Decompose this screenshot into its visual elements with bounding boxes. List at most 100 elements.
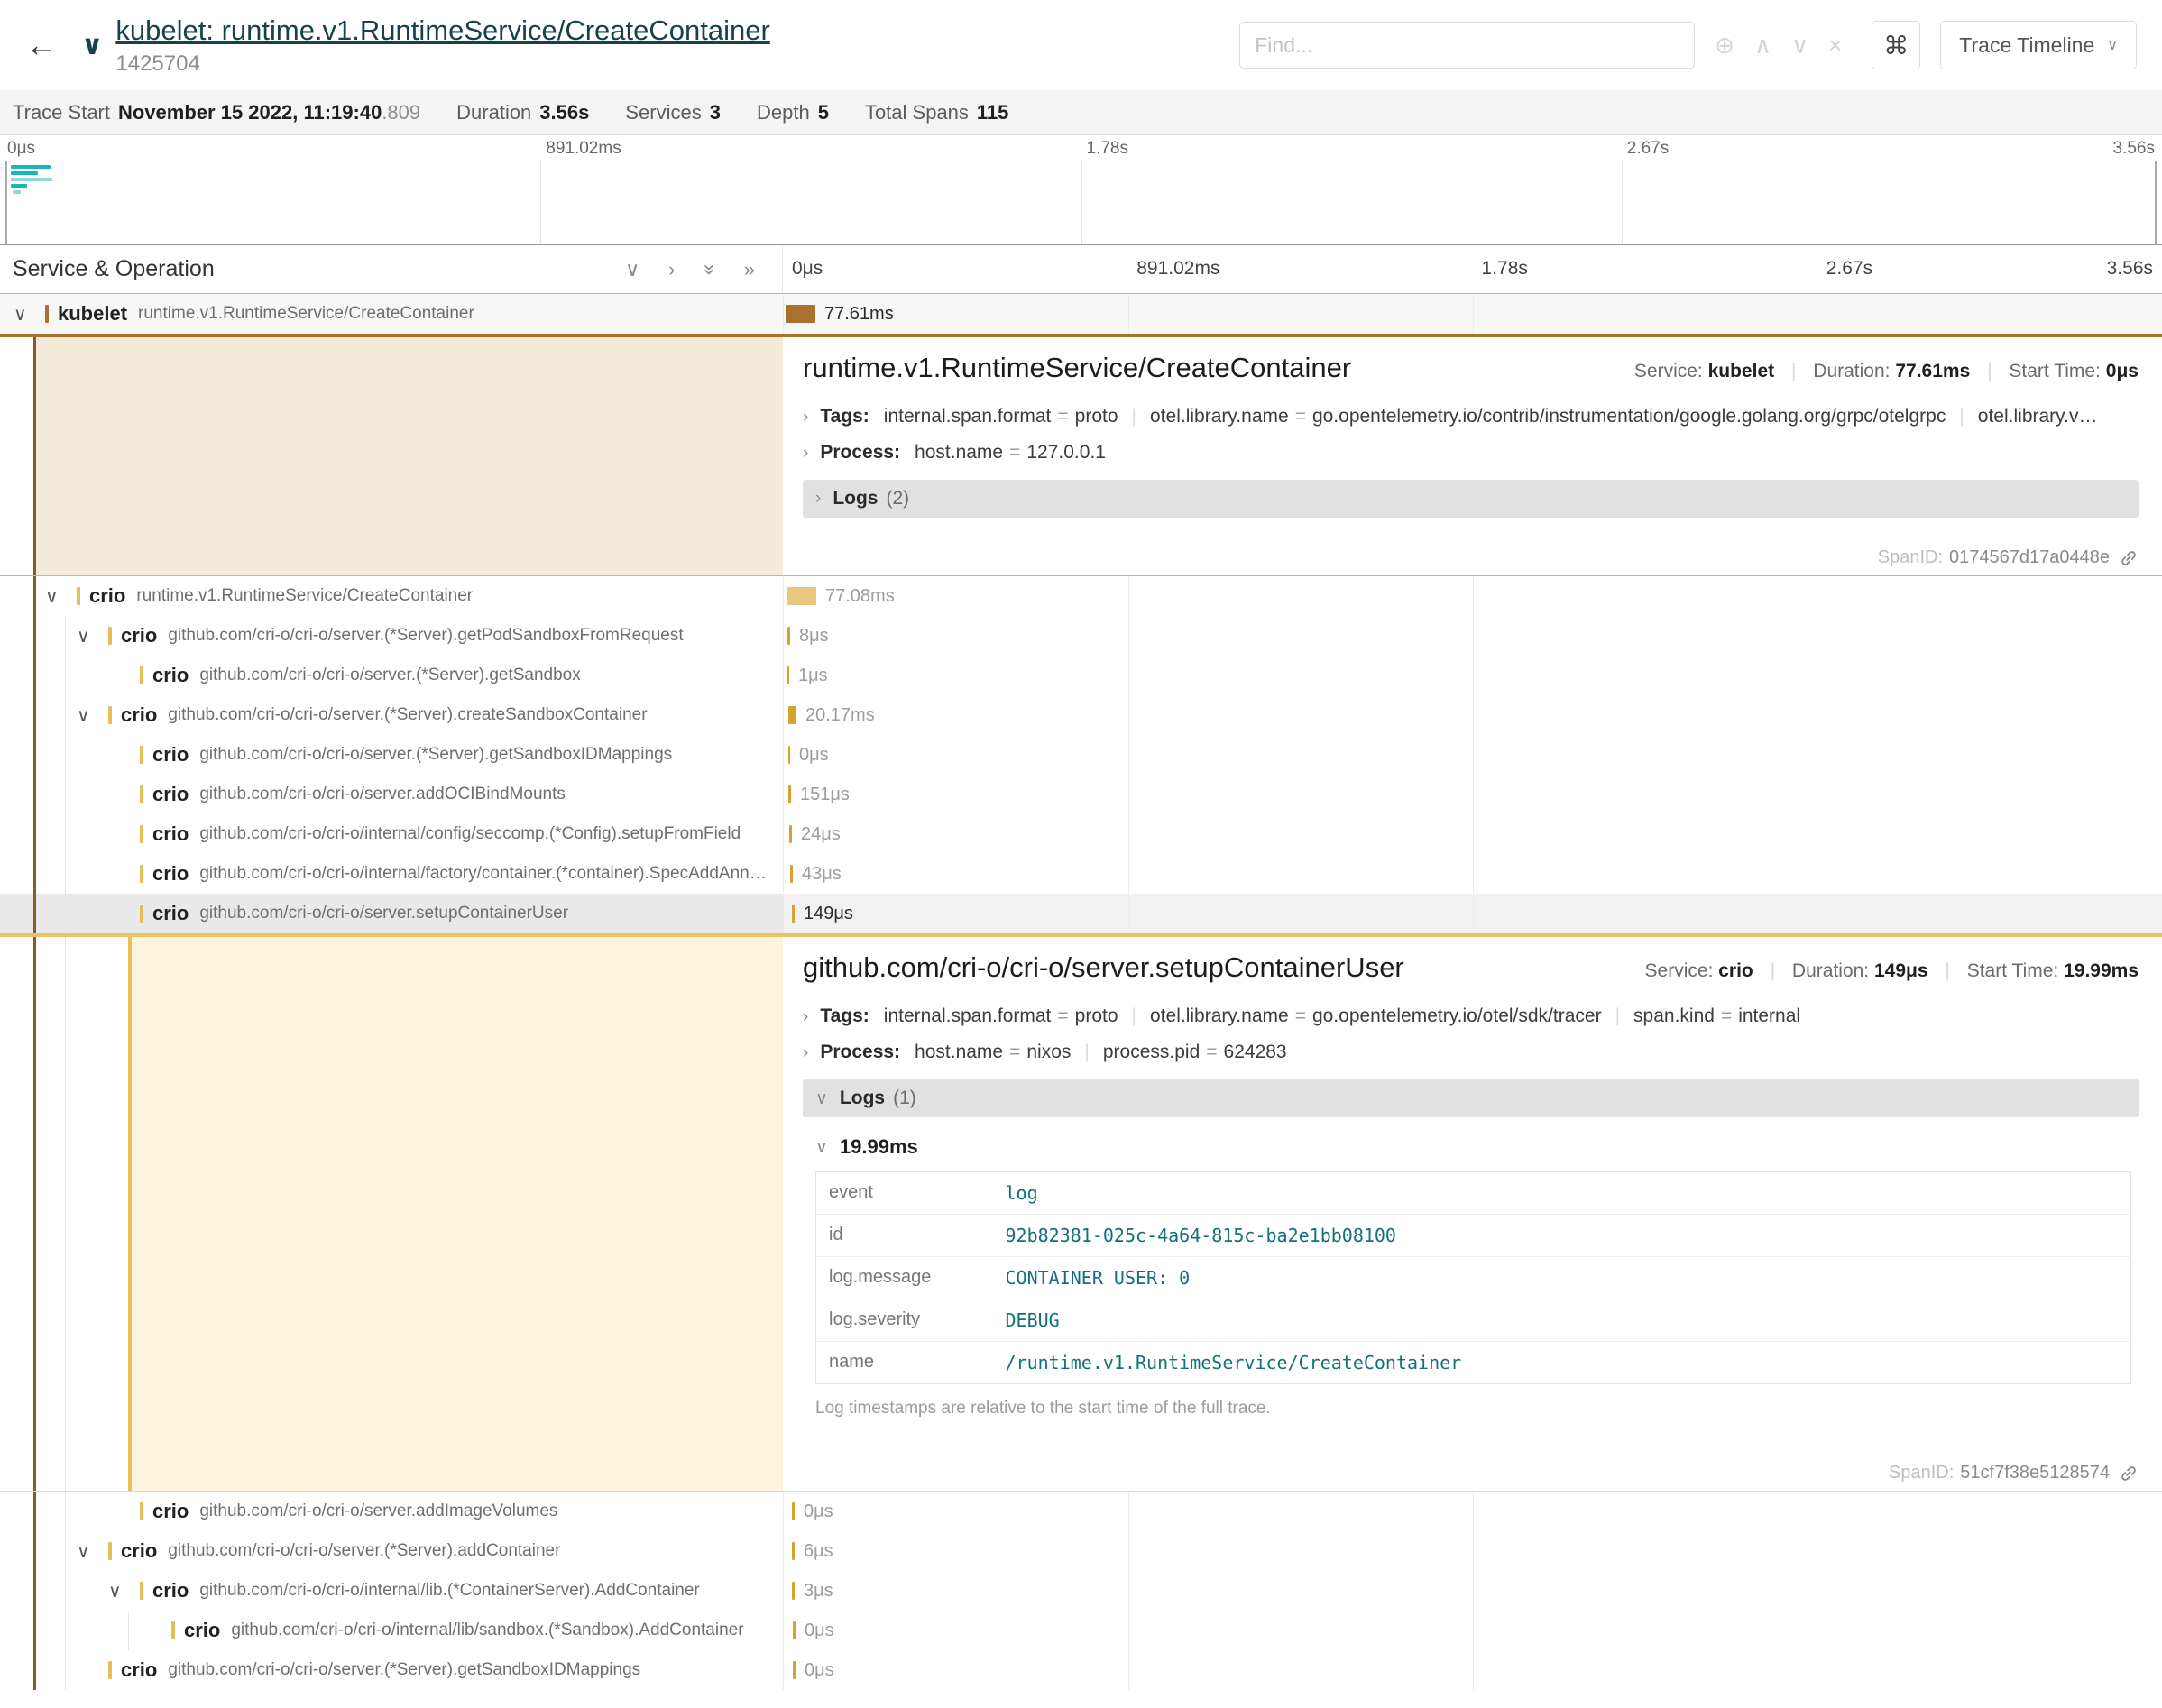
trace-title-link[interactable]: kubelet: runtime.v1.RuntimeService/Creat… <box>115 14 769 46</box>
span-timeline-cell[interactable]: 0μs <box>783 1650 2162 1690</box>
span-name-cell[interactable]: crio github.com/cri-o/cri-o/internal/con… <box>0 814 783 854</box>
span-row[interactable]: ∨ crio runtime.v1.RuntimeService/CreateC… <box>0 576 2162 616</box>
next-result-icon[interactable]: ∨ <box>1791 32 1808 60</box>
span-bar[interactable] <box>788 746 790 764</box>
span-bar[interactable] <box>793 1661 796 1679</box>
clear-search-icon[interactable]: × <box>1828 32 1842 60</box>
span-name-cell[interactable]: crio github.com/cri-o/cri-o/server.(*Ser… <box>0 656 783 695</box>
operation-name: runtime.v1.RuntimeService/CreateContaine… <box>138 304 483 324</box>
span-name-cell[interactable]: crio github.com/cri-o/cri-o/internal/lib… <box>0 1611 783 1650</box>
span-bar[interactable] <box>787 587 816 605</box>
minimap-ticks: 0μs891.02ms1.78s2.67s3.56s <box>0 135 2162 161</box>
timeline-header: Service & Operation ∨ › » » 0μs891.02ms1… <box>0 245 2162 294</box>
span-bar[interactable] <box>793 1621 796 1639</box>
span-name-cell[interactable]: crio github.com/cri-o/cri-o/server.(*Ser… <box>0 1650 783 1690</box>
span-name-cell[interactable]: ∨ crio github.com/cri-o/cri-o/internal/l… <box>0 1571 783 1611</box>
collapse-children-icon[interactable]: ∨ <box>77 704 108 727</box>
trace-title-block: kubelet: runtime.v1.RuntimeService/Creat… <box>115 14 1239 77</box>
span-timeline-cell[interactable]: 0μs <box>783 1492 2162 1531</box>
span-bar[interactable] <box>792 1582 795 1600</box>
span-row[interactable]: crio github.com/cri-o/cri-o/server.(*Ser… <box>0 1650 2162 1690</box>
process-row[interactable]: › Process: host.name=nixos | process.pid… <box>803 1042 2139 1063</box>
span-name-cell[interactable]: crio github.com/cri-o/cri-o/internal/fac… <box>0 854 783 894</box>
span-name-cell[interactable]: ∨ crio github.com/cri-o/cri-o/server.(*S… <box>0 1531 783 1571</box>
span-bar[interactable] <box>790 865 793 883</box>
span-name-cell[interactable]: crio github.com/cri-o/cri-o/server.setup… <box>0 894 783 933</box>
span-row[interactable]: crio github.com/cri-o/cri-o/internal/lib… <box>0 1611 2162 1650</box>
span-bar[interactable] <box>788 785 791 803</box>
span-name-cell[interactable]: crio github.com/cri-o/cri-o/server.addOC… <box>0 775 783 814</box>
span-name-cell[interactable]: ∨ crio github.com/cri-o/cri-o/server.(*S… <box>0 616 783 656</box>
span-bar[interactable] <box>786 305 815 323</box>
span-row[interactable]: ∨ kubelet runtime.v1.RuntimeService/Crea… <box>0 294 2162 334</box>
minimap-left-handle[interactable] <box>5 161 7 244</box>
span-timeline-cell[interactable]: 8μs <box>783 616 2162 656</box>
span-timeline-cell[interactable]: 151μs <box>783 775 2162 814</box>
logs-toggle[interactable]: › Logs (2) <box>803 480 2139 518</box>
span-row[interactable]: ∨ crio github.com/cri-o/cri-o/internal/l… <box>0 1571 2162 1611</box>
minimap-canvas[interactable] <box>0 161 2162 244</box>
collapse-children-icon[interactable]: ∨ <box>77 1540 108 1563</box>
collapse-all-icon[interactable]: » <box>698 263 722 274</box>
focus-result-icon[interactable]: ⊕ <box>1715 32 1734 60</box>
service-color-bar <box>140 1502 143 1520</box>
collapse-children-icon[interactable]: ∨ <box>14 303 45 326</box>
span-name-cell[interactable]: ∨ crio runtime.v1.RuntimeService/CreateC… <box>0 576 783 616</box>
span-timeline-cell[interactable]: 3μs <box>783 1571 2162 1611</box>
collapse-one-icon[interactable]: ∨ <box>625 258 639 281</box>
span-row[interactable]: crio github.com/cri-o/cri-o/internal/con… <box>0 814 2162 854</box>
span-row[interactable]: crio github.com/cri-o/cri-o/server.(*Ser… <box>0 656 2162 695</box>
span-bar[interactable] <box>792 1502 795 1520</box>
span-row[interactable]: crio github.com/cri-o/cri-o/server.addIm… <box>0 1492 2162 1531</box>
span-duration: 3μs <box>804 1571 833 1611</box>
span-name-cell[interactable]: ∨ crio github.com/cri-o/cri-o/server.(*S… <box>0 695 783 735</box>
expand-all-icon[interactable]: » <box>744 258 755 281</box>
span-timeline-cell[interactable]: 43μs <box>783 854 2162 894</box>
span-row[interactable]: ∨ crio github.com/cri-o/cri-o/server.(*S… <box>0 616 2162 656</box>
prev-result-icon[interactable]: ∧ <box>1754 32 1771 60</box>
copy-link-icon[interactable] <box>2119 1464 2139 1483</box>
span-row[interactable]: crio github.com/cri-o/cri-o/server.setup… <box>0 894 2162 933</box>
collapse-header-chevron-icon[interactable]: ∨ <box>81 30 103 61</box>
collapse-children-icon[interactable]: ∨ <box>45 585 77 608</box>
span-bar[interactable] <box>787 666 789 684</box>
expand-one-icon[interactable]: › <box>668 258 675 281</box>
view-selector-button[interactable]: Trace Timeline ∨ <box>1940 21 2137 69</box>
log-entry-toggle[interactable]: ∨ 19.99ms <box>815 1135 2139 1159</box>
span-bar[interactable] <box>792 1542 795 1560</box>
keyboard-shortcuts-button[interactable]: ⌘ <box>1872 21 1920 69</box>
tags-row[interactable]: › Tags: internal.span.format=proto | ote… <box>803 1006 2139 1027</box>
span-timeline-cell[interactable]: 24μs <box>783 814 2162 854</box>
process-row[interactable]: › Process: host.name=127.0.0.1 <box>803 442 2139 464</box>
span-timeline-cell[interactable]: 0μs <box>783 735 2162 775</box>
span-timeline-cell[interactable]: 77.08ms <box>783 576 2162 616</box>
collapse-children-icon[interactable]: ∨ <box>77 625 108 647</box>
span-timeline-cell[interactable]: 77.61ms <box>783 294 2162 334</box>
span-row[interactable]: crio github.com/cri-o/cri-o/server.(*Ser… <box>0 735 2162 775</box>
span-row[interactable]: crio github.com/cri-o/cri-o/server.addOC… <box>0 775 2162 814</box>
span-timeline-cell[interactable]: 6μs <box>783 1531 2162 1571</box>
find-input[interactable] <box>1239 22 1695 69</box>
back-arrow-icon[interactable]: ← <box>25 26 58 64</box>
span-timeline-cell[interactable]: 20.17ms <box>783 695 2162 735</box>
span-bar[interactable] <box>787 627 790 645</box>
span-name-cell[interactable]: crio github.com/cri-o/cri-o/server.addIm… <box>0 1492 783 1531</box>
collapse-children-icon[interactable]: ∨ <box>108 1580 140 1602</box>
tags-row[interactable]: › Tags: internal.span.format=proto | ote… <box>803 406 2139 427</box>
copy-link-icon[interactable] <box>2119 548 2139 568</box>
span-name-cell[interactable]: crio github.com/cri-o/cri-o/server.(*Ser… <box>0 735 783 775</box>
minimap-right-handle[interactable] <box>2155 161 2157 244</box>
span-bar[interactable] <box>792 905 795 923</box>
service-name: crio <box>121 1658 157 1682</box>
span-bar[interactable] <box>788 706 796 724</box>
span-timeline-cell[interactable]: 149μs <box>783 894 2162 933</box>
span-row[interactable]: crio github.com/cri-o/cri-o/internal/fac… <box>0 854 2162 894</box>
span-bar[interactable] <box>789 825 792 843</box>
span-row[interactable]: ∨ crio github.com/cri-o/cri-o/server.(*S… <box>0 1531 2162 1571</box>
span-timeline-cell[interactable]: 0μs <box>783 1611 2162 1650</box>
logs-toggle[interactable]: ∨ Logs (1) <box>803 1079 2139 1117</box>
span-timeline-cell[interactable]: 1μs <box>783 656 2162 695</box>
timeline-minimap[interactable]: 0μs891.02ms1.78s2.67s3.56s <box>0 135 2162 245</box>
span-name-cell[interactable]: ∨ kubelet runtime.v1.RuntimeService/Crea… <box>0 294 783 334</box>
span-row[interactable]: ∨ crio github.com/cri-o/cri-o/server.(*S… <box>0 695 2162 735</box>
